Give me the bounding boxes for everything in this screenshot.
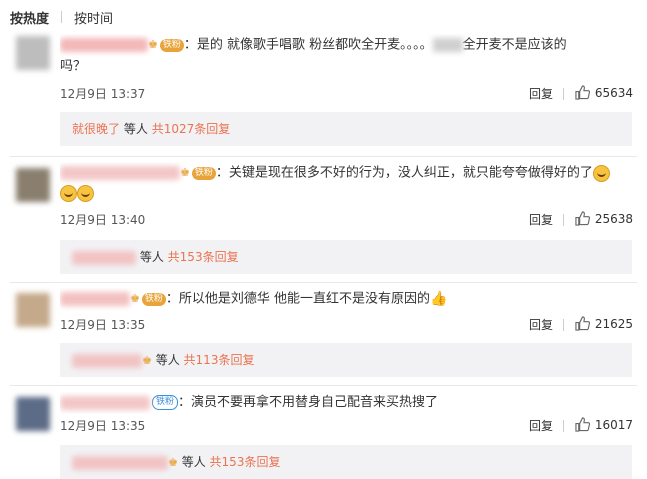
- sub-reply-and-others: 等人: [123, 122, 148, 136]
- sub-reply-count[interactable]: 共153条回复: [210, 455, 281, 469]
- thumbs-up-icon: [575, 417, 590, 432]
- sub-reply-user[interactable]: [72, 455, 168, 470]
- sub-replies-box[interactable]: ♚ 等人 共153条回复: [60, 445, 632, 479]
- comment-text: 铁粉 ：演员不要再拿不用替身自己配音来买热搜了: [60, 392, 635, 414]
- comment-meta: 12月9日 13:40 回复 25638: [60, 211, 633, 229]
- laughing-emoji-icon: [592, 164, 610, 182]
- crown-icon: ♚: [180, 166, 190, 179]
- crown-icon: ♚: [142, 354, 152, 367]
- sub-reply-and-others: 等人: [181, 455, 206, 469]
- like-button[interactable]: 25638: [575, 211, 633, 226]
- comment-body: ：所以他是刘德华 他能一直红不是没有原因的: [165, 291, 431, 307]
- fan-badge[interactable]: 铁粉: [152, 395, 179, 410]
- reply-button[interactable]: 回复: [529, 211, 553, 228]
- crown-icon: ♚: [148, 38, 158, 51]
- like-button[interactable]: 65634: [575, 85, 633, 100]
- like-count: 25638: [594, 211, 633, 226]
- comment-body-cont: 全开麦不是应该的: [462, 37, 567, 53]
- comment-body: ：关键是现在很多不好的行为，没人纠正，就只能夸夸做得好的了: [215, 165, 593, 181]
- username[interactable]: [60, 292, 130, 306]
- avatar[interactable]: [16, 168, 50, 202]
- comment-divider: [10, 156, 637, 157]
- thumbs-up-icon: [575, 316, 590, 331]
- meta-divider: [563, 319, 564, 331]
- blurred-text: [432, 38, 463, 52]
- crown-icon: ♚: [130, 292, 140, 305]
- username[interactable]: [60, 38, 148, 52]
- avatar[interactable]: [16, 36, 50, 70]
- comment-text-line2: 吗？: [60, 56, 635, 78]
- comment-divider: [10, 385, 637, 386]
- comment-time: 12月9日 13:40: [60, 213, 146, 227]
- laughing-emoji-icon: [77, 185, 94, 202]
- username[interactable]: [60, 166, 180, 180]
- comment-text: ♚ 铁粉 ：关键是现在很多不好的行为，没人纠正，就只能夸夸做得好的了: [60, 162, 635, 185]
- sub-replies-text: 等人 共153条回复: [72, 248, 239, 265]
- meta-divider: [563, 420, 564, 432]
- thumbs-up-icon: [575, 211, 590, 226]
- comment-time: 12月9日 13:35: [60, 419, 146, 433]
- sub-reply-and-others: 等人: [139, 250, 164, 264]
- sub-reply-count[interactable]: 共153条回复: [168, 250, 239, 264]
- like-button[interactable]: 16017: [575, 417, 633, 432]
- sub-replies-box[interactable]: ♚ 等人 共113条回复: [60, 343, 632, 377]
- comment-divider: [10, 282, 637, 283]
- sub-reply-and-others: 等人: [155, 353, 180, 367]
- reply-button[interactable]: 回复: [529, 316, 553, 333]
- comment-body-line2: 吗？: [60, 59, 87, 74]
- comment-text-line2: [60, 183, 635, 205]
- meta-divider: [563, 214, 564, 226]
- fan-badge[interactable]: 铁粉: [191, 166, 216, 180]
- reply-button[interactable]: 回复: [529, 417, 553, 434]
- avatar[interactable]: [16, 397, 50, 431]
- sub-replies-box[interactable]: 等人 共153条回复: [60, 240, 632, 274]
- avatar[interactable]: [16, 293, 50, 327]
- comment-text: ♚ 铁粉 ：是的 就像歌手唱歌 粉丝都吹全开麦。。。。 全开麦不是应该的: [60, 34, 635, 57]
- like-count: 21625: [594, 316, 633, 331]
- comment-meta: 12月9日 13:35 回复 21625: [60, 316, 633, 334]
- thumbs-up-emoji-icon: 👍: [430, 291, 448, 307]
- comment-body: ：演员不要再拿不用替身自己配音来买热搜了: [178, 395, 439, 410]
- comment-meta: 12月9日 13:35 回复 16017: [60, 417, 633, 435]
- comment-text: ♚ 铁粉 ：所以他是刘德华 他能一直红不是没有原因的👍: [60, 288, 635, 311]
- sub-replies-text: ♚ 等人 共113条回复: [72, 351, 254, 368]
- sub-reply-count[interactable]: 共1027条回复: [152, 122, 231, 136]
- sort-tabs: 按热度 按时间: [10, 6, 125, 28]
- like-count: 16017: [594, 417, 633, 432]
- fan-badge[interactable]: 铁粉: [159, 38, 184, 52]
- comment-time: 12月9日 13:37: [60, 87, 146, 101]
- like-button[interactable]: 21625: [575, 316, 633, 331]
- username[interactable]: [60, 395, 150, 410]
- tab-divider: [61, 11, 63, 23]
- sub-replies-box[interactable]: 就很晚了 等人 共1027条回复: [60, 112, 632, 146]
- tab-sort-by-time[interactable]: 按时间: [74, 8, 113, 27]
- fan-badge[interactable]: 铁粉: [141, 292, 166, 306]
- sub-replies-text: 就很晚了 等人 共1027条回复: [72, 120, 230, 137]
- sub-reply-user[interactable]: 就很晚了: [72, 122, 120, 136]
- sub-reply-count[interactable]: 共113条回复: [184, 353, 255, 367]
- sub-replies-text: ♚ 等人 共153条回复: [72, 453, 280, 470]
- comment-body: ：是的 就像歌手唱歌 粉丝都吹全开麦。。。。: [183, 37, 433, 53]
- tab-sort-by-hot[interactable]: 按热度: [10, 8, 49, 27]
- comment-meta: 12月9日 13:37 回复 65634: [60, 85, 633, 103]
- thumbs-up-icon: [575, 85, 590, 100]
- comment-time: 12月9日 13:35: [60, 318, 146, 332]
- crown-icon: ♚: [168, 456, 178, 469]
- reply-button[interactable]: 回复: [529, 85, 553, 102]
- sub-reply-user[interactable]: [72, 353, 142, 368]
- laughing-emoji-icon: [60, 185, 77, 202]
- sub-reply-user[interactable]: [72, 250, 136, 265]
- like-count: 65634: [594, 85, 633, 100]
- meta-divider: [563, 88, 564, 100]
